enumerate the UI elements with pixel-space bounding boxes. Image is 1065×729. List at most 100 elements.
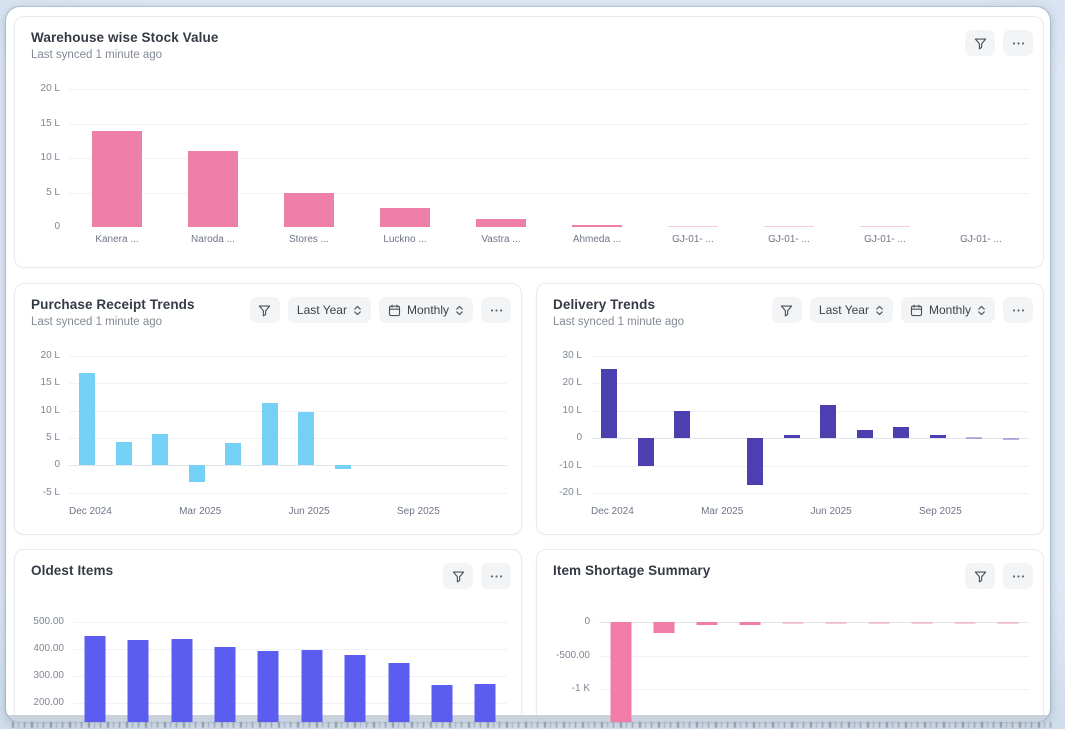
delivery-trends-bar-chart: 30 L20 L10 L0-10 L-20 L Dec 2024Mar 2025… <box>545 349 1029 517</box>
bar[interactable] <box>930 435 946 438</box>
select-value: Last Year <box>819 303 869 317</box>
bar[interactable] <box>601 369 617 438</box>
bar[interactable] <box>668 226 718 227</box>
ellipsis-icon <box>1011 303 1026 318</box>
bar-slot <box>325 349 362 499</box>
more-options-button[interactable] <box>1003 563 1033 589</box>
bar[interactable] <box>696 622 717 625</box>
bar[interactable] <box>380 208 430 227</box>
filter-icon <box>257 303 272 318</box>
bar[interactable] <box>997 622 1018 624</box>
bar-slot <box>900 606 943 722</box>
y-tick-label: 0 <box>584 616 590 627</box>
plot-wrap: Dec 2024Mar 2025Jun 2025Sep 2025 <box>69 349 507 517</box>
select-value: Last Year <box>297 303 347 317</box>
bar[interactable] <box>739 622 760 625</box>
bar-slot <box>737 349 774 499</box>
bar[interactable] <box>258 651 279 722</box>
bar[interactable] <box>860 226 910 227</box>
bar[interactable] <box>782 622 803 624</box>
chart-body: 0-500.00-1 K-1.5 K <box>545 606 1029 722</box>
card-controls <box>965 30 1033 56</box>
plot-wrap <box>73 606 507 722</box>
timespan-select[interactable]: Last Year <box>810 297 893 323</box>
bar[interactable] <box>476 219 526 227</box>
bar[interactable] <box>475 684 496 722</box>
y-tick-label: 300.00 <box>33 670 64 681</box>
bar[interactable] <box>128 640 149 722</box>
bar-slot <box>453 79 549 227</box>
card-controls <box>443 563 511 589</box>
x-tick-label <box>330 506 364 517</box>
bar[interactable] <box>84 636 105 723</box>
bar[interactable] <box>893 427 909 438</box>
chart-body: 20 L15 L10 L5 L0-5 L Dec 2024Mar 2025Jun… <box>23 349 507 517</box>
bar[interactable] <box>572 225 622 227</box>
bar[interactable] <box>152 434 168 466</box>
plot-area <box>73 606 507 722</box>
bar[interactable] <box>188 151 238 227</box>
bar[interactable] <box>764 226 814 227</box>
bar-slot <box>290 606 333 722</box>
bar[interactable] <box>653 622 674 633</box>
bar[interactable] <box>284 193 334 227</box>
x-tick-label: GJ-01- ... <box>645 234 741 245</box>
timespan-select[interactable]: Last Year <box>288 297 371 323</box>
bar[interactable] <box>825 622 846 624</box>
bar[interactable] <box>638 438 654 466</box>
bar[interactable] <box>225 443 241 465</box>
bar[interactable] <box>1003 438 1019 440</box>
calendar-icon <box>910 304 923 317</box>
bar[interactable] <box>431 685 452 722</box>
card-controls: Last Year Monthly <box>250 297 511 323</box>
frequency-select[interactable]: Monthly <box>901 297 995 323</box>
bar[interactable] <box>214 647 235 722</box>
card-title-block: Oldest Items <box>31 563 113 578</box>
x-tick-label: Stores ... <box>261 234 357 245</box>
bar[interactable] <box>189 465 205 481</box>
y-axis: 0-500.00-1 K-1.5 K <box>545 606 599 722</box>
bar[interactable] <box>171 639 192 722</box>
frequency-select[interactable]: Monthly <box>379 297 473 323</box>
filter-button[interactable] <box>965 30 995 56</box>
bar[interactable] <box>966 437 982 439</box>
more-options-button[interactable] <box>1003 30 1033 56</box>
y-tick-label: 20 L <box>41 350 60 361</box>
bar[interactable] <box>79 373 95 466</box>
bar[interactable] <box>784 435 800 438</box>
bar[interactable] <box>954 622 975 624</box>
bar[interactable] <box>345 655 366 722</box>
bar[interactable] <box>388 663 409 722</box>
bar[interactable] <box>674 411 690 439</box>
bar[interactable] <box>868 622 889 624</box>
y-tick-label: 20 L <box>41 83 60 94</box>
more-options-button[interactable] <box>1003 297 1033 323</box>
y-tick-label: 500.00 <box>33 616 64 627</box>
x-tick-label: Sep 2025 <box>397 506 440 517</box>
bar[interactable] <box>820 405 836 438</box>
bar[interactable] <box>116 442 132 466</box>
bar-slot <box>591 349 628 499</box>
bar[interactable] <box>92 131 142 227</box>
x-tick-label <box>777 506 811 517</box>
bar[interactable] <box>301 650 322 722</box>
select-value: Monthly <box>929 303 971 317</box>
bar[interactable] <box>747 438 763 485</box>
more-options-button[interactable] <box>481 297 511 323</box>
x-tick-label <box>440 506 474 517</box>
y-tick-label: 200.00 <box>33 697 64 708</box>
filter-button[interactable] <box>250 297 280 323</box>
bar[interactable] <box>857 430 873 438</box>
bar-slot <box>142 349 179 499</box>
bar-slot <box>361 349 398 499</box>
bar[interactable] <box>298 412 314 466</box>
filter-button[interactable] <box>965 563 995 589</box>
filter-button[interactable] <box>772 297 802 323</box>
more-options-button[interactable] <box>481 563 511 589</box>
bar[interactable] <box>335 465 351 469</box>
x-tick-label: Ahmeda ... <box>549 234 645 245</box>
bar[interactable] <box>911 622 932 624</box>
bar[interactable] <box>610 622 631 722</box>
bar[interactable] <box>262 403 278 466</box>
filter-button[interactable] <box>443 563 473 589</box>
